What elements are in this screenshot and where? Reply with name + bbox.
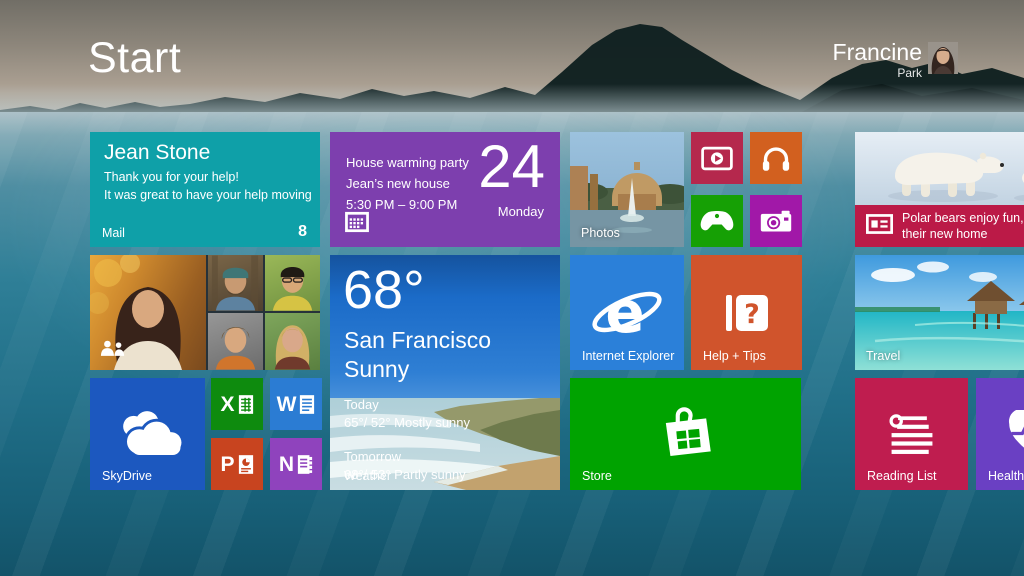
- store-label: Store: [582, 469, 612, 483]
- people-photo-2: [208, 255, 263, 311]
- tile-word[interactable]: W: [270, 378, 322, 430]
- tile-internet-explorer[interactable]: e Internet Explorer: [570, 255, 684, 370]
- tile-people[interactable]: [90, 255, 320, 370]
- calendar-weekday: Monday: [497, 204, 544, 219]
- people-photo-4: [208, 313, 263, 370]
- word-letter: W: [276, 392, 297, 416]
- health-fitness-label: Health & Fitness: [988, 469, 1024, 483]
- mail-sender: Jean Stone: [104, 141, 211, 164]
- people-icon: [100, 340, 126, 362]
- tile-onenote[interactable]: N: [270, 438, 322, 490]
- tile-music[interactable]: [750, 132, 802, 184]
- onenote-letter: N: [278, 452, 295, 476]
- tile-mail[interactable]: Jean Stone Thank you for your help! It w…: [90, 132, 320, 247]
- news-headline: Polar bears enjoy fun, free their new ho…: [902, 210, 1024, 242]
- headphones-icon: [750, 132, 802, 184]
- weather-today-label: Today: [344, 397, 379, 412]
- calendar-grid-icon: [345, 211, 369, 238]
- onenote-icon: N: [270, 438, 322, 490]
- photos-label: Photos: [581, 226, 620, 240]
- page-title: Start: [88, 34, 182, 82]
- news-polar-bears-photo: [855, 132, 1024, 205]
- calendar-date: 24: [478, 133, 545, 200]
- mail-subject: Thank you for your help!: [104, 170, 239, 184]
- help-tips-label: Help + Tips: [703, 349, 766, 363]
- tile-photos[interactable]: Photos: [570, 132, 684, 247]
- calendar-event: House warming party Jean’s new house 5:3…: [346, 153, 469, 215]
- mail-label: Mail: [102, 226, 125, 240]
- people-photo-5: [265, 313, 320, 370]
- tile-excel[interactable]: X: [211, 378, 263, 430]
- tile-travel[interactable]: Travel: [855, 255, 1024, 370]
- news-banner: Polar bears enjoy fun, free their new ho…: [855, 205, 1024, 247]
- user-name: Francine Park: [832, 39, 922, 81]
- tile-camera[interactable]: [750, 195, 802, 247]
- svg-text:?: ?: [744, 299, 760, 330]
- start-screen: Start Francine Park Jean Stone Thank you…: [0, 0, 1024, 576]
- weather-condition: Sunny: [344, 356, 410, 382]
- reading-list-label: Reading List: [867, 469, 937, 483]
- weather-tomorrow-label: Tomorrow: [344, 449, 402, 464]
- calendar-event-title: House warming party: [346, 155, 469, 170]
- powerpoint-letter: P: [220, 452, 235, 476]
- excel-letter: X: [220, 392, 235, 416]
- excel-icon: X: [211, 378, 263, 430]
- weather-temperature: 68°: [343, 260, 425, 320]
- internet-explorer-label: Internet Explorer: [582, 349, 675, 363]
- travel-label: Travel: [866, 349, 901, 363]
- tile-news[interactable]: Polar bears enjoy fun, free their new ho…: [855, 132, 1024, 247]
- powerpoint-icon: P: [211, 438, 263, 490]
- avatar[interactable]: [928, 42, 958, 74]
- tile-help-tips[interactable]: ? Help + Tips: [691, 255, 802, 370]
- newspaper-icon: [866, 213, 893, 239]
- tile-games[interactable]: [691, 195, 743, 247]
- tile-weather[interactable]: 68° San Francisco Sunny Today 65°/ 52° M…: [330, 255, 560, 490]
- tile-video[interactable]: [691, 132, 743, 184]
- play-screen-icon: [691, 132, 743, 184]
- people-photo-1: [90, 255, 206, 370]
- svg-text:e: e: [605, 280, 644, 346]
- calendar-event-location: Jean’s new house: [346, 175, 450, 191]
- camera-icon: [750, 195, 802, 247]
- tile-reading-list[interactable]: Reading List: [855, 378, 968, 490]
- people-photo-3: [265, 255, 320, 311]
- tile-calendar[interactable]: House warming party Jean’s new house 5:3…: [330, 132, 560, 247]
- tile-skydrive[interactable]: SkyDrive: [90, 378, 205, 490]
- mail-unread-badge: 8: [298, 223, 307, 240]
- weather-label: Weather: [344, 469, 392, 483]
- tile-health-fitness[interactable]: Health & Fitness: [976, 378, 1024, 490]
- mail-preview: It was great to have your help moving: [104, 188, 312, 202]
- weather-today-forecast: 65°/ 52° Mostly sunny: [344, 415, 471, 430]
- skydrive-label: SkyDrive: [102, 469, 153, 483]
- game-controller-icon: [691, 195, 743, 247]
- tile-store[interactable]: Store: [570, 378, 801, 490]
- tile-powerpoint[interactable]: P: [211, 438, 263, 490]
- word-icon: W: [270, 378, 322, 430]
- weather-city: San Francisco: [344, 327, 492, 353]
